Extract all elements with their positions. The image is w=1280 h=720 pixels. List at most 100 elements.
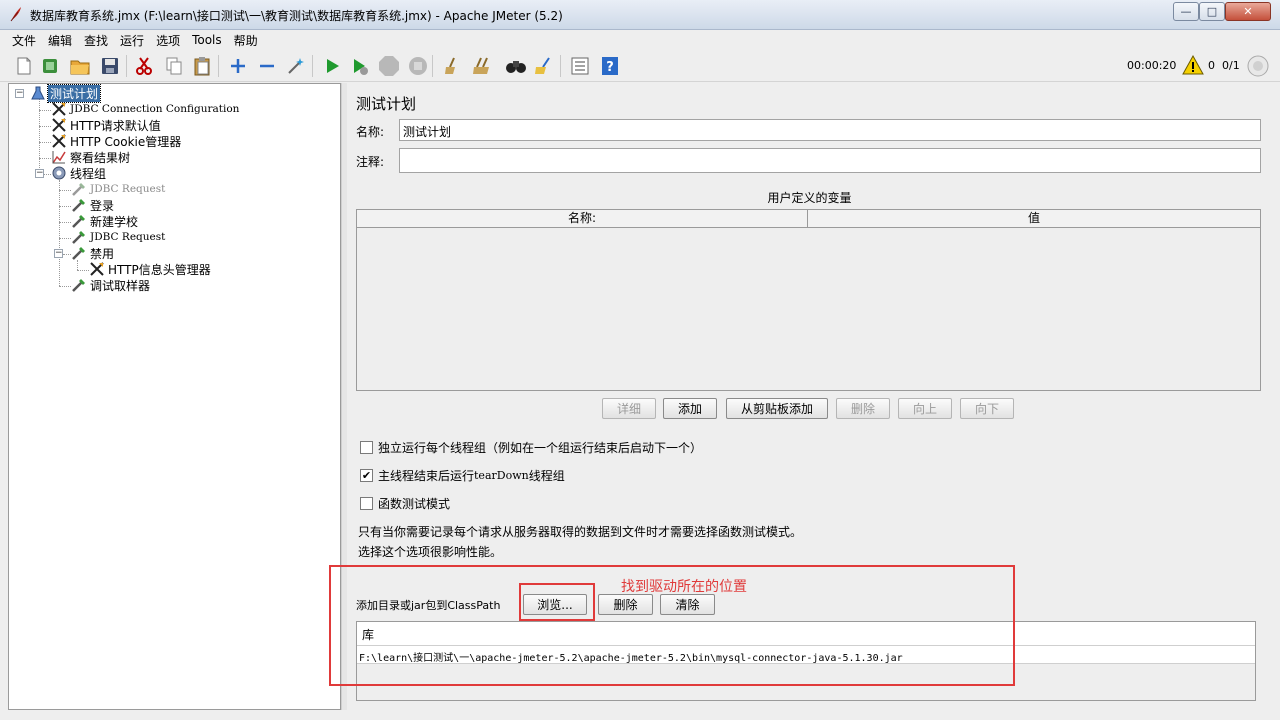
run-groups-consecutively-checkbox[interactable] [360, 440, 373, 454]
tree-item-results-tree[interactable]: 察看结果树 [51, 149, 130, 165]
tree-expander-disabled[interactable]: − [54, 249, 63, 258]
teardown-label-suffix: 线程组 [528, 468, 565, 483]
plus-icon [231, 59, 245, 73]
tree-item-http-defaults[interactable]: HTTP请求默认值 [51, 117, 161, 133]
start-button[interactable] [320, 54, 344, 78]
tree-item-jdbc-request[interactable]: JDBC Request [71, 229, 165, 245]
add-from-clipboard-button[interactable]: 从剪贴板添加 [726, 398, 828, 419]
config-tool-icon [90, 262, 104, 276]
stop-icon [379, 56, 399, 76]
reset-search-button[interactable] [532, 54, 556, 78]
sampler-pipette-icon [72, 215, 85, 228]
close-icon: ✕ [1243, 5, 1253, 18]
cut-icon [136, 57, 152, 75]
help-button[interactable]: ? [598, 54, 622, 78]
menu-run[interactable]: 运行 [114, 32, 150, 49]
column-header-value[interactable]: 值 [808, 210, 1260, 227]
tree-item-debug-sampler[interactable]: 调试取样器 [71, 277, 150, 293]
jmeter-feather-icon [10, 7, 21, 22]
name-field[interactable]: 测试计划 [399, 119, 1261, 141]
sampler-pipette-icon [72, 279, 85, 292]
comment-field[interactable] [399, 148, 1261, 173]
new-file-icon [17, 57, 31, 75]
maximize-icon: □ [1206, 5, 1218, 18]
close-button[interactable]: ✕ [1225, 2, 1271, 21]
teardown-checkbox[interactable]: ✔ [360, 468, 373, 482]
function-helper-button[interactable] [568, 54, 592, 78]
tree-item-test-plan[interactable]: 测试计划 [31, 83, 102, 103]
running-indicator-icon [1247, 55, 1269, 77]
page-title: 测试计划 [356, 95, 417, 113]
title-bar: 数据库教育系统.jmx (F:\learn\接口测试\一\教育测试\数据库教育系… [0, 0, 1280, 30]
tree-expander-thread-group[interactable]: − [35, 169, 44, 178]
minimize-button[interactable]: — [1173, 2, 1199, 21]
sampler-pipette-icon [72, 199, 85, 212]
tree-item-thread-group[interactable]: 线程组 [51, 165, 106, 181]
move-down-button[interactable]: 向下 [960, 398, 1014, 419]
teardown-option[interactable]: ✔ 主线程结束后运行 tearDown 线程组 [360, 467, 565, 483]
open-button[interactable] [68, 54, 92, 78]
config-tool-icon [52, 102, 66, 116]
cut-button[interactable] [132, 54, 156, 78]
comment-label: 注释: [356, 155, 385, 169]
shutdown-button[interactable] [406, 54, 430, 78]
menu-options[interactable]: 选项 [150, 32, 186, 49]
sampler-pipette-icon [72, 183, 85, 196]
menu-tools[interactable]: Tools [186, 33, 228, 47]
clear-all-button[interactable] [470, 54, 494, 78]
save-icon [102, 58, 118, 74]
table-header: 名称: 值 [357, 210, 1260, 228]
tree-item-login[interactable]: 登录 [71, 197, 114, 213]
tree-item-jdbc-request-disabled[interactable]: JDBC Request [71, 181, 165, 197]
annotation-outer-box [329, 565, 1015, 686]
stop-button[interactable] [377, 54, 401, 78]
column-header-name[interactable]: 名称: [357, 210, 808, 227]
start-no-pause-button[interactable] [348, 54, 372, 78]
gear-icon [52, 166, 66, 180]
list-icon [571, 57, 589, 75]
tree-expander-root[interactable]: − [15, 89, 24, 98]
collapse-all-button[interactable] [255, 54, 279, 78]
teardown-label-prefix: 主线程结束后运行 [378, 468, 475, 483]
toolbar: ? 00:00:20 0 0/1 [0, 50, 1280, 82]
flask-icon [31, 86, 45, 100]
paste-icon [194, 57, 210, 76]
functional-mode-info-2: 选择这个选项很影响性能。 [358, 545, 503, 559]
config-tool-icon [52, 118, 66, 132]
move-up-button[interactable]: 向上 [898, 398, 952, 419]
minus-icon [260, 64, 274, 68]
elapsed-timer: 00:00:20 [1127, 59, 1177, 72]
svg-text:?: ? [606, 60, 614, 75]
detail-button[interactable]: 详细 [602, 398, 656, 419]
tree-item-cookie-manager[interactable]: HTTP Cookie管理器 [51, 133, 181, 149]
save-button[interactable] [98, 54, 122, 78]
functional-mode-checkbox[interactable] [360, 496, 373, 510]
delete-button[interactable]: 删除 [836, 398, 890, 419]
functional-mode-option[interactable]: 函数测试模式 [360, 495, 450, 511]
broom-icon [445, 57, 455, 74]
add-button[interactable]: 添加 [663, 398, 717, 419]
menu-help[interactable]: 帮助 [228, 32, 264, 49]
toggle-button[interactable] [284, 54, 308, 78]
sampler-pipette-icon [72, 247, 85, 260]
menu-file[interactable]: 文件 [6, 32, 42, 49]
copy-button[interactable] [162, 54, 186, 78]
templates-button[interactable] [38, 54, 62, 78]
menu-edit[interactable]: 编辑 [42, 32, 78, 49]
run-groups-consecutively-option[interactable]: 独立运行每个线程组（例如在一个组运行结束后启动下一个） [360, 439, 702, 455]
warning-icon[interactable] [1182, 55, 1204, 75]
maximize-button[interactable]: □ [1199, 2, 1225, 21]
paste-button[interactable] [190, 54, 214, 78]
menu-search[interactable]: 查找 [78, 32, 114, 49]
tree-item-new-school[interactable]: 新建学校 [71, 213, 138, 229]
user-variables-table[interactable]: 名称: 值 [356, 209, 1261, 391]
user-variables-caption: 用户定义的变量 [767, 191, 852, 205]
tree-item-header-manager[interactable]: HTTP信息头管理器 [89, 261, 211, 277]
expand-all-button[interactable] [226, 54, 250, 78]
test-plan-tree: − 测试计划 JDBC Connection Configuration HTT… [8, 83, 341, 710]
tree-item-jdbc-config[interactable]: JDBC Connection Configuration [51, 101, 239, 117]
tree-item-disabled[interactable]: 禁用 [71, 245, 114, 261]
new-plan-button[interactable] [12, 54, 36, 78]
clear-button[interactable] [440, 54, 464, 78]
search-button[interactable] [504, 54, 528, 78]
